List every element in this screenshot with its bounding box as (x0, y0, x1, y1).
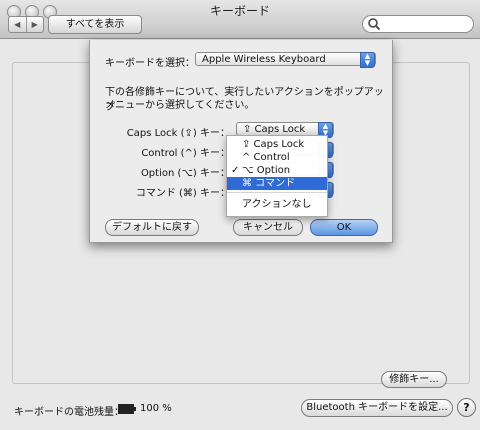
caps-lock-label: Caps Lock (⇪) キー： (126, 128, 230, 139)
keyboard-selected-value: Apple Wireless Keyboard (202, 54, 326, 65)
menu-item-command[interactable]: ⌘ コマンド (227, 177, 327, 190)
battery-percent: 100 % (140, 403, 172, 414)
cancel-button[interactable]: キャンセル (233, 219, 303, 236)
menu-item-control[interactable]: ^ Control (227, 151, 327, 164)
title-bar: キーボード ◀ ▶ すべてを表示 (0, 0, 480, 39)
bluetooth-setup-button[interactable]: Bluetooth キーボードを設定... (301, 399, 453, 417)
menu-item-no-action[interactable]: アクションなし (227, 198, 327, 211)
menu-item-option[interactable]: ✓ ⌥ Option (227, 164, 327, 177)
menu-separator (227, 192, 327, 193)
popup-arrows-icon: ▲▼ (360, 52, 375, 68)
option-label: Option (⌥) キー： (140, 168, 230, 179)
keyboard-select-popup[interactable]: Apple Wireless Keyboard ▲ ▼ (195, 52, 376, 68)
command-label: コマンド (⌘) キー： (135, 188, 230, 199)
nav-buttons: ◀ ▶ (8, 16, 44, 33)
caps-lock-value: ⇪ Caps Lock (243, 124, 306, 135)
search-field[interactable] (362, 15, 474, 33)
menu-item-caps-lock[interactable]: ⇪ Caps Lock (227, 138, 327, 151)
show-all-button[interactable]: すべてを表示 (48, 15, 142, 34)
modifier-keys-button[interactable]: 修飾キー... (381, 371, 447, 388)
ok-button[interactable]: OK (310, 219, 378, 236)
checkmark-icon: ✓ (231, 165, 240, 176)
instructions-line-2: メニューから選択してください。 (105, 100, 255, 111)
search-icon (368, 18, 381, 31)
command-action-menu: ⇪ Caps Lock ^ Control ✓ ⌥ Option ⌘ コマンド ア… (226, 135, 328, 217)
battery-icon (118, 404, 136, 414)
control-label: Control (^) キー： (141, 148, 230, 159)
restore-defaults-button[interactable]: デフォルトに戻す (105, 219, 199, 236)
battery-label: キーボードの電池残量： (14, 407, 124, 418)
help-button[interactable]: ? (457, 398, 476, 417)
keyboard-select-label: キーボードを選択： (105, 58, 195, 69)
forward-button[interactable]: ▶ (25, 17, 44, 32)
caps-lock-popup[interactable]: ⇪ Caps Lock ▲ ▼ (236, 122, 334, 138)
back-button[interactable]: ◀ (9, 17, 26, 32)
